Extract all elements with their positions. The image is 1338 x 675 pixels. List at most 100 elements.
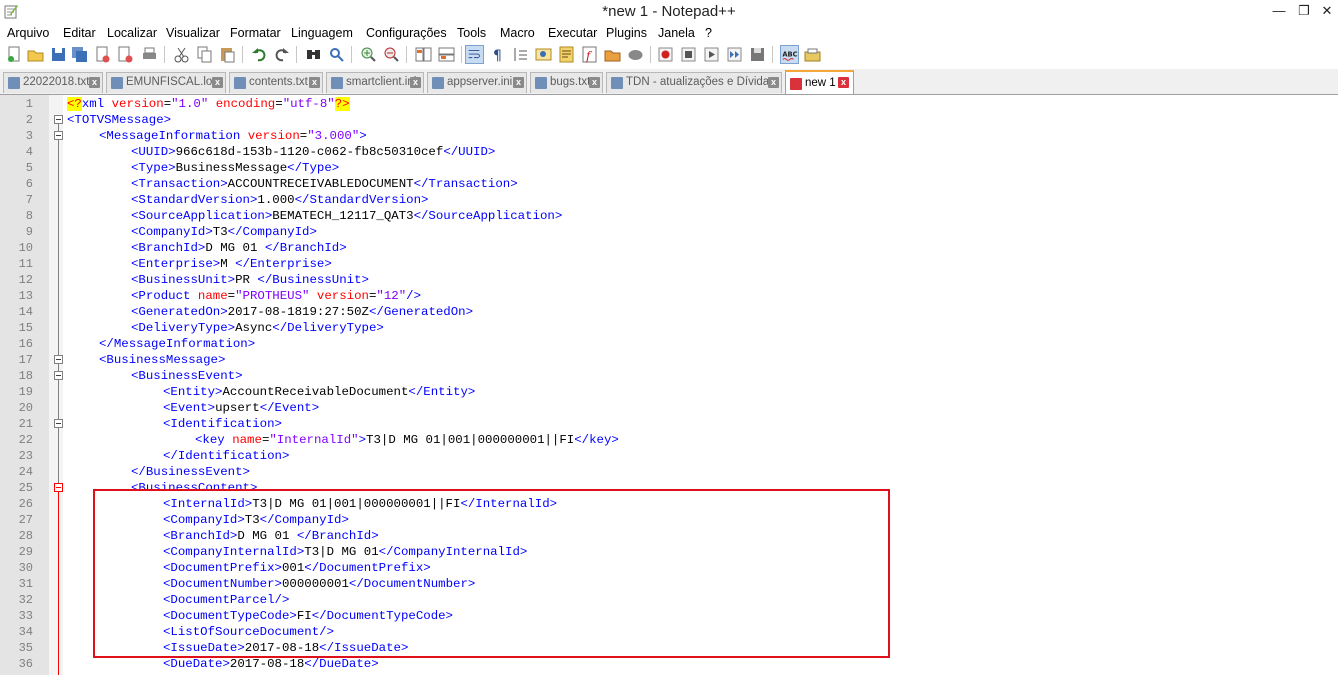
code-line[interactable]: 12 <BusinessUnit>PR </BusinessUnit> <box>0 272 1338 288</box>
new-file-icon[interactable] <box>5 45 24 64</box>
code-line[interactable]: 11 <Enterprise>M </Enterprise> <box>0 256 1338 272</box>
tab-close-icon[interactable]: x <box>838 77 849 88</box>
code-line[interactable]: 21 <Identification> <box>0 416 1338 432</box>
code-line[interactable]: 2 <TOTVSMessage> <box>0 112 1338 128</box>
undo-icon[interactable] <box>250 45 269 64</box>
print-icon[interactable] <box>140 45 159 64</box>
code-line[interactable]: 14 <GeneratedOn>2017-08-1819:27:50Z</Gene… <box>0 304 1338 320</box>
save-icon[interactable] <box>49 45 68 64</box>
save-macro-icon[interactable] <box>748 45 767 64</box>
code-line[interactable]: 17 <BusinessMessage> <box>0 352 1338 368</box>
close-all-icon[interactable] <box>116 45 135 64</box>
menu-formatar[interactable]: Formatar <box>230 26 281 40</box>
tab-close-icon[interactable]: x <box>589 77 600 88</box>
find-icon[interactable] <box>304 45 323 64</box>
line-number: 30 <box>18 561 33 575</box>
menu-executar[interactable]: Executar <box>548 26 597 40</box>
tab-close-icon[interactable]: x <box>410 77 421 88</box>
tab-close-icon[interactable]: x <box>768 77 779 88</box>
code-line[interactable]: 6 <Transaction>ACCOUNTRECEIVABLEDOCUMENT<… <box>0 176 1338 192</box>
monitor-icon[interactable] <box>626 45 645 64</box>
menu-editar[interactable]: Editar <box>63 26 96 40</box>
redo-icon[interactable] <box>272 45 291 64</box>
menu-tools[interactable]: Tools <box>457 26 486 40</box>
indent-guide-icon[interactable] <box>511 45 530 64</box>
code-text: </Identification> <box>163 448 289 464</box>
word-wrap-icon[interactable] <box>465 45 484 64</box>
show-all-chars-icon[interactable]: ¶ <box>488 45 507 64</box>
spell-check-icon[interactable]: ABC <box>780 45 799 64</box>
tab-close-icon[interactable]: x <box>89 77 100 88</box>
tab-appserver[interactable]: appserver.ini x <box>427 72 527 93</box>
menu-macro[interactable]: Macro <box>500 26 535 40</box>
save-all-icon[interactable] <box>70 45 89 64</box>
stop-record-icon[interactable] <box>679 45 698 64</box>
tab-close-icon[interactable]: x <box>212 77 223 88</box>
menu-localizar[interactable]: Localizar <box>107 26 157 40</box>
sync-horizontal-icon[interactable] <box>437 45 456 64</box>
menu-plugins[interactable]: Plugins <box>606 26 647 40</box>
menu-linguagem[interactable]: Linguagem <box>291 26 353 40</box>
tab-contents[interactable]: contents.txt x <box>229 72 323 93</box>
run-macro-multiple-icon[interactable] <box>725 45 744 64</box>
tab-bugs[interactable]: bugs.txt x <box>530 72 603 93</box>
code-line[interactable]: 13 <Product name="PROTHEUS" version="12"/… <box>0 288 1338 304</box>
user-language-icon[interactable] <box>534 45 553 64</box>
zoom-out-icon[interactable] <box>382 45 401 64</box>
code-line[interactable]: 24 </BusinessEvent> <box>0 464 1338 480</box>
copy-icon[interactable] <box>195 45 214 64</box>
code-line[interactable]: 23 </Identification> <box>0 448 1338 464</box>
tab-new-1[interactable]: new 1 x <box>785 70 854 94</box>
tab-emunfiscal[interactable]: EMUNFISCAL.log x <box>106 72 226 93</box>
maximize-button[interactable]: ❐ <box>1293 2 1315 20</box>
toolbar-separator <box>351 46 352 63</box>
code-line[interactable]: 1 <?xml version="1.0" encoding="utf-8"?> <box>0 96 1338 112</box>
tab-smartclient[interactable]: smartclient.ini x <box>326 72 424 93</box>
function-list-icon[interactable]: f <box>580 45 599 64</box>
cut-icon[interactable] <box>172 45 191 64</box>
code-line[interactable]: 5 <Type>BusinessMessage</Type> <box>0 160 1338 176</box>
code-line[interactable]: 18 <BusinessEvent> <box>0 368 1338 384</box>
sync-vertical-icon[interactable] <box>414 45 433 64</box>
menu-janela[interactable]: Janela <box>658 26 695 40</box>
code-line[interactable]: 22 <key name="InternalId">T3|D MG 01|001|… <box>0 432 1338 448</box>
minimize-button[interactable]: — <box>1268 2 1290 20</box>
code-line[interactable]: 3 <MessageInformation version="3.000"> <box>0 128 1338 144</box>
code-line[interactable]: 15 <DeliveryType>Async</DeliveryType> <box>0 320 1338 336</box>
line-number: 22 <box>18 433 33 447</box>
code-line[interactable]: 36 <DueDate>2017-08-18</DueDate> <box>0 656 1338 672</box>
menu-help[interactable]: ? <box>705 26 712 40</box>
tab-22022018[interactable]: 22022018.txt x <box>3 72 103 93</box>
play-macro-icon[interactable] <box>702 45 721 64</box>
code-line[interactable]: 9 <CompanyId>T3</CompanyId> <box>0 224 1338 240</box>
editor-area[interactable]: 1 <?xml version="1.0" encoding="utf-8"?> 2… <box>0 95 1338 675</box>
spell-settings-icon[interactable] <box>803 45 822 64</box>
annotation-highlight-box <box>93 489 890 658</box>
doc-map-icon[interactable] <box>557 45 576 64</box>
toolbar: ¶ f ABC <box>0 43 1338 67</box>
code-token: </UUID> <box>443 145 496 159</box>
open-file-icon[interactable] <box>26 45 45 64</box>
code-token: <StandardVersion> <box>131 193 258 207</box>
paste-icon[interactable] <box>218 45 237 64</box>
code-line[interactable]: 8 <SourceApplication>BEMATECH_12117_QAT3<… <box>0 208 1338 224</box>
tab-tdn[interactable]: TDN - atualizações e Dívidas x <box>606 72 782 93</box>
code-line[interactable]: 10 <BranchId>D MG 01 </BranchId> <box>0 240 1338 256</box>
menu-visualizar[interactable]: Visualizar <box>166 26 220 40</box>
zoom-in-icon[interactable] <box>359 45 378 64</box>
tab-close-icon[interactable]: x <box>309 77 320 88</box>
code-line[interactable]: 19 <Entity>AccountReceivableDocument</Ent… <box>0 384 1338 400</box>
folder-workspace-icon[interactable] <box>603 45 622 64</box>
code-text: <Enterprise>M </Enterprise> <box>131 256 332 272</box>
menu-configuracoes[interactable]: Configurações <box>366 26 447 40</box>
code-line[interactable]: 4 <UUID>966c618d-153b-1120-c062-fb8c50310… <box>0 144 1338 160</box>
code-line[interactable]: 7 <StandardVersion>1.000</StandardVersion… <box>0 192 1338 208</box>
tab-close-icon[interactable]: x <box>513 77 524 88</box>
close-window-button[interactable]: ✕ <box>1316 2 1338 20</box>
replace-icon[interactable] <box>327 45 346 64</box>
code-line[interactable]: 20 <Event>upsert</Event> <box>0 400 1338 416</box>
record-macro-icon[interactable] <box>656 45 675 64</box>
close-icon[interactable] <box>93 45 112 64</box>
menu-arquivo[interactable]: Arquivo <box>7 26 49 40</box>
code-line[interactable]: 16 </MessageInformation> <box>0 336 1338 352</box>
